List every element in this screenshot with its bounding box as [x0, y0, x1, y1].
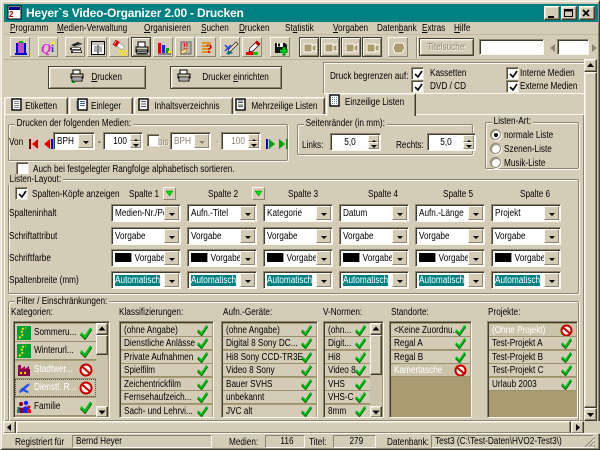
- svg-text:?: ?: [206, 41, 213, 56]
- svg-text:Q: Q: [41, 42, 51, 56]
- svg-text:2: 2: [9, 10, 14, 19]
- svg-text:i: i: [51, 43, 54, 55]
